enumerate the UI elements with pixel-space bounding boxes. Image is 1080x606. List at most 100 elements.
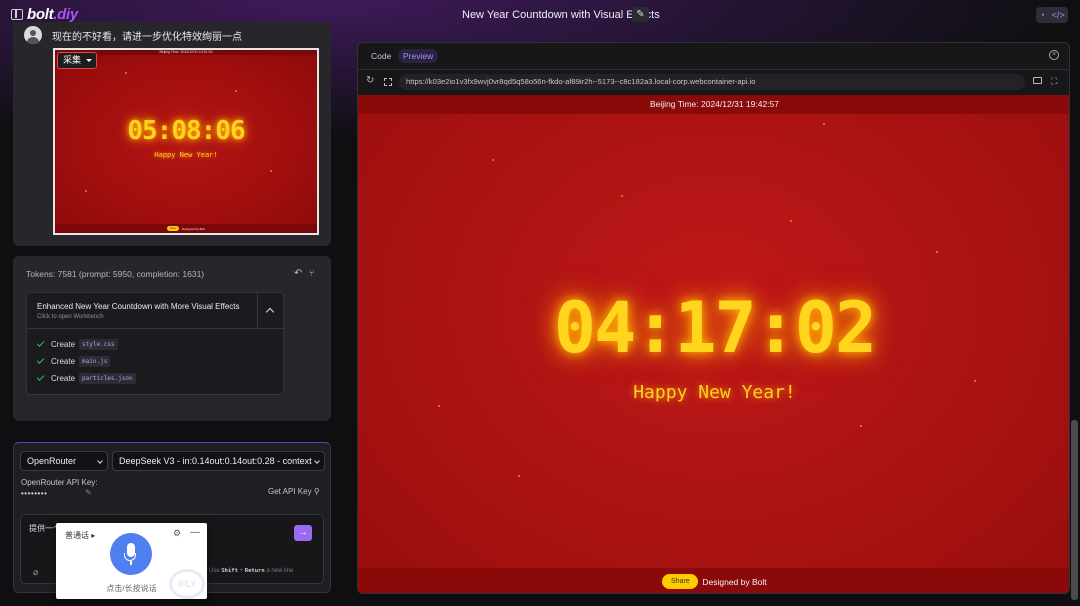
device-mode-icon[interactable]	[1033, 77, 1042, 84]
sparkle	[125, 72, 127, 74]
sparkle	[85, 190, 87, 192]
chat-title: New Year Countdown with Visual Effects	[462, 9, 660, 21]
microphone-button[interactable]	[110, 533, 152, 575]
chevron-up-icon[interactable]	[257, 293, 283, 329]
sparkle	[270, 170, 272, 172]
thumb-designed-text: Designed by Bolt	[182, 226, 205, 231]
pencil-icon[interactable]: ✎	[85, 488, 92, 497]
hint-shift: Shift	[221, 568, 238, 574]
language-select[interactable]: 普通话 ▸	[65, 530, 95, 541]
file-chip[interactable]: main.js	[79, 355, 111, 367]
preview-toolbar: ↻ https://k03e2io1v3fx9wvj0vr8qd5q58o56n…	[358, 70, 1069, 95]
designed-by-text: Designed by Bolt	[702, 576, 767, 587]
tab-code[interactable]: Code	[366, 49, 396, 63]
close-icon[interactable]: ×	[1049, 50, 1059, 60]
workbench-tabs: Code Preview ×	[358, 43, 1069, 70]
sidebar-toggle-icon[interactable]	[11, 9, 23, 20]
thumb-countdown: 05:08:06	[127, 116, 245, 146]
action-item: Create style.css	[36, 338, 118, 350]
model-value: DeepSeek V3 - in:0.14out:0.14out:0.28 - …	[119, 456, 312, 466]
voice-input-widget: 普通话 ▸ ⚙ — iFLY 点击/长按说话	[56, 523, 207, 599]
preview-stage: Beijing Time: 2024/12/31 19:42:57 04:17:…	[358, 95, 1069, 593]
user-message-text: 现在的不好看，请进一步优化特效绚丽一点	[52, 32, 242, 43]
artifact-panel[interactable]: Enhanced New Year Countdown with More Vi…	[26, 292, 284, 395]
sparkle	[492, 159, 494, 161]
fork-icon[interactable]: ⑂	[309, 268, 314, 278]
thumb-footer: Share Designed by Bolt	[55, 224, 317, 233]
token-usage: Tokens: 7581 (prompt: 5950, completion: …	[26, 269, 205, 279]
pencil-icon[interactable]: ✎	[632, 7, 649, 22]
hint-plus: +	[239, 568, 244, 574]
sparkle	[518, 475, 520, 477]
beijing-time: Beijing Time: 2024/12/31 19:42:57	[358, 95, 1069, 114]
sparkle	[860, 425, 862, 427]
check-icon	[36, 356, 45, 364]
microphone-icon	[130, 561, 132, 565]
code-icon[interactable]: </>	[1052, 10, 1065, 20]
chevron-down-icon	[314, 458, 320, 464]
minimize-icon[interactable]: —	[190, 527, 200, 538]
fullscreen-icon[interactable]: ⛶	[1051, 76, 1057, 87]
chat-icon[interactable]: ◔	[1039, 10, 1044, 20]
logo[interactable]: bolt.diy	[27, 6, 78, 23]
caret-down-icon	[86, 59, 92, 62]
api-key-label: OpenRouter API Key:	[21, 478, 98, 487]
input-hint: Use Shift + Return a new line	[209, 568, 293, 574]
happy-new-year-text: Happy New Year!	[633, 382, 796, 403]
action-verb: Create	[51, 373, 76, 383]
sparkle	[790, 220, 792, 222]
preview-url-input[interactable]: https://k03e2io1v3fx9wvj0vr8qd5q58o56n-f…	[399, 74, 1025, 90]
page-scrollbar[interactable]	[1071, 420, 1078, 600]
countdown-timer: 04:17:02	[553, 287, 877, 369]
undo-icon[interactable]: ↶	[294, 268, 302, 279]
hint-return: Return	[244, 568, 265, 574]
thumb-greeting: Happy New Year!	[154, 151, 218, 159]
language-label: 普通话	[65, 531, 89, 540]
workbench-panel: Code Preview × ↻ https://k03e2io1v3fx9wv…	[357, 42, 1070, 594]
preview-footer: Share Designed by Bolt	[358, 568, 1069, 593]
logo-suffix: .diy	[53, 6, 78, 23]
artifact-subtitle: Click to open Workbench	[37, 314, 104, 320]
hint-use: Use	[209, 568, 220, 574]
get-api-key-link[interactable]: Get API Key ⚲	[268, 487, 320, 496]
action-item: Create main.js	[36, 355, 111, 367]
user-avatar	[24, 26, 42, 44]
provider-select[interactable]: OpenRouter	[20, 451, 108, 471]
collect-dropdown[interactable]: 采集	[57, 52, 97, 69]
api-key-value: ••••••••	[21, 489, 48, 498]
gear-icon[interactable]: ⚙	[173, 528, 181, 539]
sparkle	[438, 405, 440, 407]
file-chip[interactable]: style.css	[79, 338, 118, 350]
attached-screenshot[interactable]: Beijing Time: 2024/12/31 19:51:53 采集 05:…	[53, 48, 319, 235]
select-element-icon[interactable]	[384, 78, 392, 86]
model-select[interactable]: DeepSeek V3 - in:0.14out:0.14out:0.28 - …	[112, 451, 325, 471]
provider-value: OpenRouter	[27, 456, 77, 466]
collect-label: 采集	[63, 55, 82, 65]
check-icon	[36, 339, 45, 347]
key-icon: ⚲	[313, 487, 320, 496]
send-button[interactable]: →	[294, 525, 312, 541]
sparkle	[235, 90, 237, 92]
sparkle	[936, 251, 938, 253]
view-toggle-buttons[interactable]: ◔ </>	[1036, 7, 1068, 23]
user-message-card: 现在的不好看，请进一步优化特效绚丽一点 Beijing Time: 2024/1…	[13, 22, 331, 246]
file-chip[interactable]: particles.json	[79, 372, 136, 384]
hint-newline: a new line	[266, 568, 294, 574]
voice-hint: 点击/长按说话	[106, 584, 157, 593]
sparkle	[823, 123, 825, 125]
reload-icon[interactable]: ↻	[366, 75, 374, 86]
artifact-title: Enhanced New Year Countdown with More Vi…	[37, 302, 240, 311]
action-verb: Create	[51, 356, 76, 366]
get-api-key-label: Get API Key	[268, 487, 312, 496]
thumb-share-button: Share	[167, 226, 180, 231]
action-item: Create particles.json	[36, 372, 136, 384]
assistant-response-card: Tokens: 7581 (prompt: 5950, completion: …	[13, 256, 331, 421]
share-button[interactable]: Share	[662, 574, 699, 589]
check-icon	[36, 373, 45, 381]
sparkle	[621, 195, 623, 197]
logo-text: bolt	[27, 6, 54, 23]
tab-preview[interactable]: Preview	[398, 49, 439, 63]
chevron-down-icon	[97, 458, 103, 464]
paperclip-icon[interactable]: ⌀	[33, 567, 38, 578]
artifact-header[interactable]: Enhanced New Year Countdown with More Vi…	[27, 293, 283, 329]
